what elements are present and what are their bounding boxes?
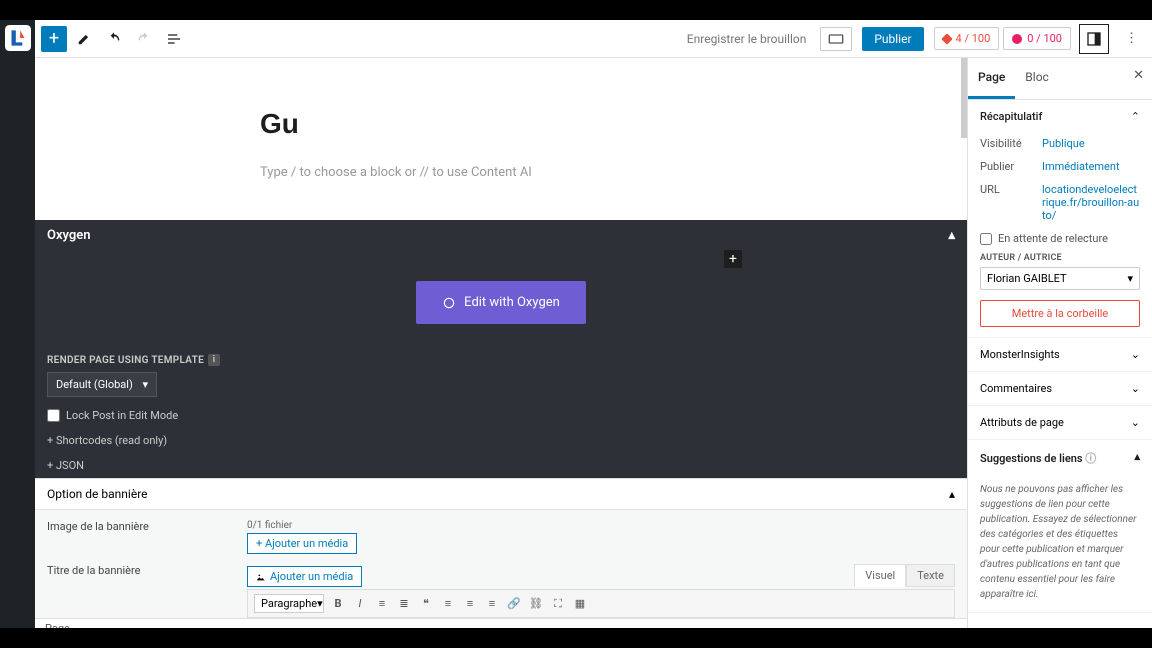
footer-breadcrumb: Page	[35, 618, 967, 628]
align-left-button[interactable]: ≡	[440, 596, 456, 612]
comments-section[interactable]: Commentaires⌄	[968, 372, 1152, 406]
editor-canvas: Type / to choose a block or // to use Co…	[35, 58, 967, 628]
template-select[interactable]: Default (Global)▾	[47, 372, 157, 397]
author-select[interactable]: Florian GAIBLET▾	[980, 267, 1140, 290]
chevron-down-icon: ⌄	[1131, 382, 1140, 395]
unlink-button[interactable]: ⛓	[528, 596, 544, 612]
bullet-list-button[interactable]: ≡	[374, 596, 390, 612]
chevron-up-icon: ▴	[1134, 450, 1140, 466]
page-attributes-section[interactable]: Attributs de page⌄	[968, 406, 1152, 440]
lock-post-checkbox[interactable]	[47, 409, 60, 422]
close-sidebar-button[interactable]: ✕	[1133, 68, 1144, 83]
top-toolbar: + Enregistrer le brouillon Publier 4 / 1…	[35, 20, 1152, 58]
settings-sidebar: Page Bloc ✕ Récapitulatif⌃ VisibilitéPub…	[967, 58, 1152, 628]
json-toggle[interactable]: + JSON	[35, 453, 967, 478]
link-suggestions-header[interactable]: Suggestions de liens ⓘ ▴	[968, 440, 1152, 476]
add-media-button-2[interactable]: Ajouter un média	[247, 566, 362, 587]
lock-post-label: Lock Post in Edit Mode	[66, 409, 178, 422]
collapse-icon: ▴	[948, 228, 955, 243]
post-title-input[interactable]	[260, 108, 760, 140]
chevron-up-icon: ⌃	[1131, 110, 1140, 123]
undo-button[interactable]	[101, 26, 127, 52]
more-button[interactable]: ▦	[572, 596, 588, 612]
scrollbar[interactable]	[961, 58, 967, 138]
edit-with-oxygen-button[interactable]: Edit with Oxygen	[416, 281, 586, 324]
visibility-label: Visibilité	[980, 137, 1042, 150]
chevron-down-icon: ▾	[142, 378, 148, 391]
link-button[interactable]: 🔗	[506, 596, 522, 612]
save-draft-button[interactable]: Enregistrer le brouillon	[677, 32, 817, 46]
fullscreen-button[interactable]: ⛶	[550, 596, 566, 612]
align-right-button[interactable]: ≡	[484, 596, 500, 612]
monsterinsights-section[interactable]: MonsterInsights⌄	[968, 338, 1152, 372]
seo-score-button[interactable]: 4 / 100	[934, 27, 1000, 50]
tab-block[interactable]: Bloc	[1015, 58, 1059, 99]
align-center-button[interactable]: ≡	[462, 596, 478, 612]
number-list-button[interactable]: ≣	[396, 596, 412, 612]
summary-section-header[interactable]: Récapitulatif⌃	[968, 100, 1152, 133]
link-suggestions-body: Nous ne pouvons pas afficher les suggest…	[968, 476, 1152, 612]
add-block-button[interactable]: +	[41, 26, 67, 52]
info-icon[interactable]: i	[208, 354, 220, 366]
chevron-down-icon: ⌄	[1131, 348, 1140, 361]
chevron-down-icon: ▾	[1127, 272, 1133, 285]
add-media-button[interactable]: + Ajouter un média	[247, 533, 357, 554]
url-label: URL	[980, 183, 1042, 222]
app-logo[interactable]	[0, 20, 35, 628]
tab-text[interactable]: Texte	[906, 564, 955, 587]
readability-score-button[interactable]: 0 / 100	[1003, 27, 1071, 50]
help-icon[interactable]: ⓘ	[1085, 452, 1096, 465]
banner-image-label: Image de la bannière	[47, 520, 207, 554]
author-label: AUTEUR / AUTRICE	[980, 253, 1140, 263]
bold-button[interactable]: B	[330, 596, 346, 612]
collapse-icon: ▴	[949, 487, 955, 501]
block-placeholder[interactable]: Type / to choose a block or // to use Co…	[260, 165, 967, 180]
more-menu-button[interactable]: ⋮	[1117, 31, 1146, 46]
banner-panel-header[interactable]: Option de bannière▴	[35, 479, 967, 510]
italic-button[interactable]: I	[352, 596, 368, 612]
banner-title-label: Titre de la bannière	[47, 564, 207, 618]
append-block-button[interactable]: +	[724, 250, 742, 268]
redo-button[interactable]	[131, 26, 157, 52]
tinymce-toolbar: Paragraphe▾ B I ≡ ≣ ❝ ≡ ≡ ≡ 🔗 ⛓	[247, 589, 955, 618]
trash-button[interactable]: Mettre à la corbeille	[980, 300, 1140, 327]
oxygen-panel-header[interactable]: Oxygen▴	[35, 220, 967, 251]
chevron-down-icon: ⌄	[1131, 416, 1140, 429]
format-select[interactable]: Paragraphe▾	[254, 594, 324, 613]
render-template-label: RENDER PAGE USING TEMPLATEi	[35, 354, 967, 366]
pending-review-checkbox[interactable]	[980, 233, 992, 245]
quote-button[interactable]: ❝	[418, 596, 434, 612]
preview-button[interactable]	[820, 27, 852, 51]
file-count: 0/1 fichier	[247, 520, 955, 531]
visibility-value[interactable]: Publique	[1042, 137, 1140, 150]
tab-visual[interactable]: Visuel	[854, 564, 906, 587]
outline-button[interactable]	[161, 26, 187, 52]
edit-icon[interactable]	[71, 26, 97, 52]
shortcodes-toggle[interactable]: + Shortcodes (read only)	[35, 428, 967, 453]
publish-button[interactable]: Publier	[862, 27, 923, 51]
settings-toggle-button[interactable]	[1079, 24, 1109, 54]
publish-value[interactable]: Immédiatement	[1042, 160, 1140, 173]
tab-page[interactable]: Page	[968, 58, 1015, 99]
url-value[interactable]: locationdeveloelectrique.fr/brouillon-au…	[1042, 183, 1140, 222]
publish-label: Publier	[980, 160, 1042, 173]
